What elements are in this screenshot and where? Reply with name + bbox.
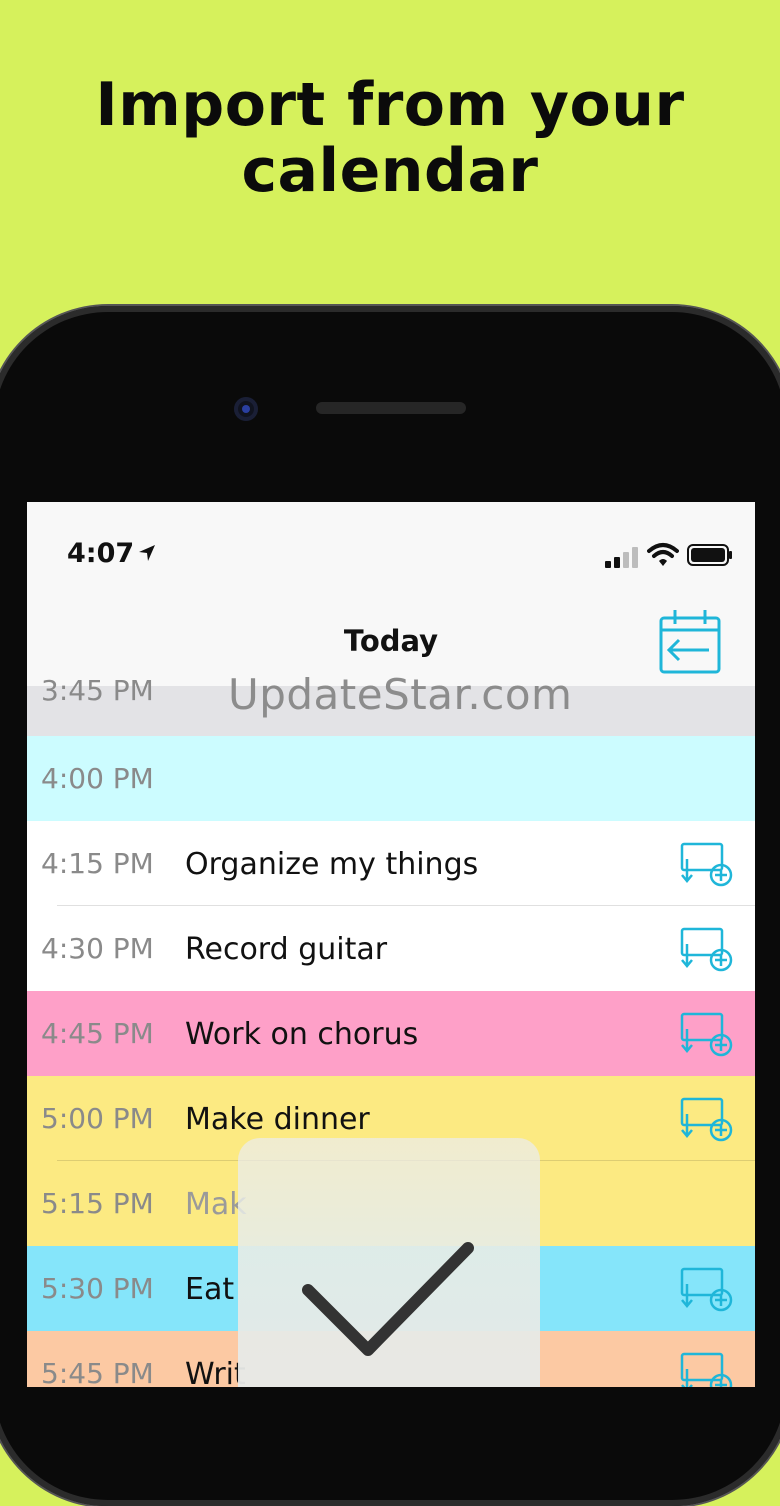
add-to-calendar-icon[interactable] xyxy=(679,1351,735,1387)
phone-screen: 4:07 Today 3:45 PM 4:00 PM 4:15 PM Organ… xyxy=(27,502,755,1387)
checkmark-icon xyxy=(302,1242,474,1356)
import-calendar-button[interactable] xyxy=(657,606,723,676)
time-slot-row[interactable]: 4:00 PM xyxy=(27,736,755,821)
wifi-icon xyxy=(647,543,679,566)
status-time: 4:07 xyxy=(67,538,135,569)
time-label: 5:45 PM xyxy=(41,1357,154,1387)
camera-icon xyxy=(234,397,258,421)
task-label[interactable]: Make dinner xyxy=(185,1102,370,1137)
task-label[interactable]: Work on chorus xyxy=(185,1017,418,1052)
time-label: 4:30 PM xyxy=(41,932,154,965)
time-label: 4:15 PM xyxy=(41,847,154,880)
add-to-calendar-icon[interactable] xyxy=(679,841,735,887)
headline: Import from your calendar xyxy=(0,72,780,204)
add-to-calendar-icon[interactable] xyxy=(679,1266,735,1312)
time-label: 5:15 PM xyxy=(41,1187,154,1220)
task-label[interactable]: Writ xyxy=(185,1357,246,1387)
time-slot-row[interactable]: 4:45 PM Work on chorus xyxy=(27,991,755,1076)
time-label: 5:00 PM xyxy=(41,1102,154,1135)
time-label: 4:45 PM xyxy=(41,1017,154,1050)
completed-toast xyxy=(238,1138,540,1387)
page-title: Today xyxy=(343,624,439,658)
add-to-calendar-icon[interactable] xyxy=(679,1096,735,1142)
time-slot-row[interactable]: 4:30 PM Record guitar xyxy=(27,906,755,991)
speaker-grille xyxy=(316,402,466,414)
time-label: 3:45 PM xyxy=(41,674,154,707)
add-to-calendar-icon[interactable] xyxy=(679,926,735,972)
battery-icon xyxy=(687,544,732,566)
time-label: 5:30 PM xyxy=(41,1272,154,1305)
watermark: UpdateStar.com xyxy=(228,670,573,719)
location-arrow-icon xyxy=(139,545,155,561)
time-label: 4:00 PM xyxy=(41,762,154,795)
task-label[interactable]: Record guitar xyxy=(185,932,387,967)
headline-line-1: Import from your xyxy=(95,70,685,140)
task-label[interactable]: Eat xyxy=(185,1272,234,1307)
cellular-signal-icon xyxy=(605,547,638,568)
add-to-calendar-icon[interactable] xyxy=(679,1011,735,1057)
headline-line-2: calendar xyxy=(241,136,539,206)
status-bar: 4:07 xyxy=(27,502,755,612)
task-label[interactable]: Organize my things xyxy=(185,847,478,882)
time-slot-row[interactable]: 4:15 PM Organize my things xyxy=(27,821,755,906)
